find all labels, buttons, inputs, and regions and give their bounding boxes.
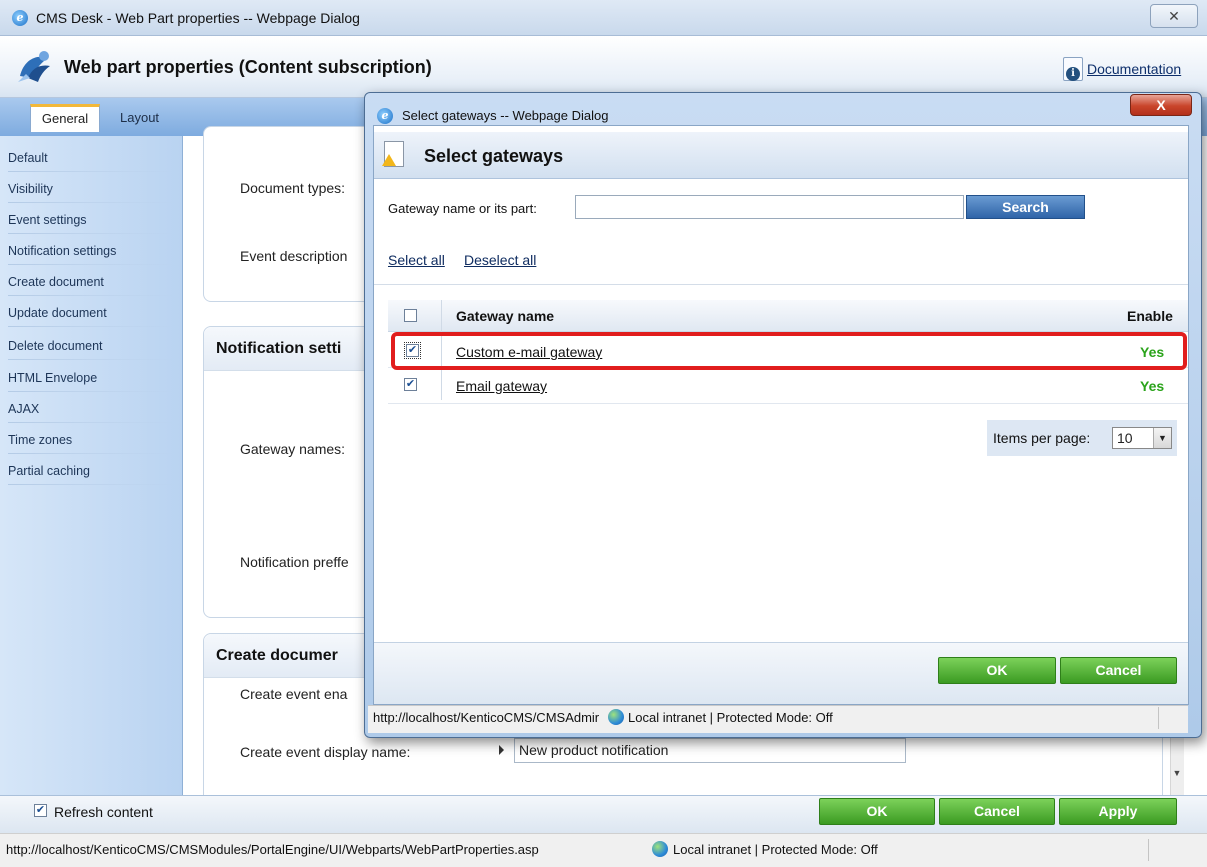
create-document-title: Create documer: [216, 647, 338, 664]
status-divider: [1148, 839, 1149, 861]
globe-icon: [652, 841, 668, 857]
refresh-content-label: Refresh content: [54, 804, 153, 820]
expand-arrow-icon[interactable]: [499, 745, 504, 755]
create-event-display-name-label: Create event display name:: [240, 744, 411, 760]
sidebar-item-time-zones[interactable]: Time zones: [0, 423, 183, 454]
app-logo-icon: [18, 51, 50, 82]
cancel-button[interactable]: Cancel: [939, 798, 1055, 825]
gateway-search-label: Gateway name or its part:: [388, 201, 537, 216]
gateway-name-cell[interactable]: Email gateway: [456, 378, 547, 394]
page-title: Web part properties (Content subscriptio…: [64, 57, 432, 77]
sidebar-item-default[interactable]: Default: [0, 141, 183, 172]
sidebar-item-notification-settings[interactable]: Notification settings: [0, 234, 183, 265]
sidebar: Default Visibility Event settings Notifi…: [0, 136, 183, 795]
create-event-display-name-input[interactable]: New product notification: [514, 738, 906, 763]
enabled-cell: Yes: [1140, 378, 1165, 394]
notification-preffered-label: Notification preffe: [240, 554, 349, 570]
sidebar-item-update-document[interactable]: Update document: [0, 296, 183, 327]
gateway-names-label: Gateway names:: [240, 441, 346, 457]
deselect-all-link[interactable]: Deselect all: [464, 252, 536, 268]
items-per-page-label: Items per page:: [993, 430, 1091, 446]
dialog-close-button[interactable]: X: [1130, 94, 1192, 116]
refresh-content-checkbox[interactable]: ✔: [34, 804, 47, 817]
row-highlight-annotation: [391, 332, 1187, 370]
dropdown-arrow-icon[interactable]: ▼: [1153, 428, 1171, 448]
ie-icon: e: [12, 10, 28, 26]
sidebar-item-delete-document[interactable]: Delete document: [0, 329, 183, 360]
status-divider: [1158, 707, 1159, 729]
select-all-checkbox[interactable]: [404, 309, 417, 322]
tab-layout[interactable]: Layout: [120, 110, 159, 125]
sidebar-item-visibility[interactable]: Visibility: [0, 172, 183, 203]
gateway-name-column-header[interactable]: Gateway name: [456, 308, 554, 324]
window-title: CMS Desk - Web Part properties -- Webpag…: [36, 10, 360, 26]
sidebar-item-create-document[interactable]: Create document: [0, 265, 183, 296]
dialog-ok-button[interactable]: OK: [938, 657, 1056, 684]
apply-button[interactable]: Apply: [1059, 798, 1177, 825]
items-per-page-select[interactable]: 10 ▼: [1112, 427, 1172, 449]
sidebar-item-event-settings[interactable]: Event settings: [0, 203, 183, 234]
status-url: http://localhost/KenticoCMS/CMSModules/P…: [6, 842, 539, 857]
items-per-page-value: 10: [1117, 430, 1133, 446]
ok-button[interactable]: OK: [819, 798, 935, 825]
event-description-label: Event description: [240, 248, 348, 264]
scroll-down-icon[interactable]: ▼: [1170, 764, 1184, 782]
notification-settings-title: Notification setti: [216, 340, 342, 357]
dialog-ie-icon: e: [377, 108, 393, 124]
tab-general[interactable]: General: [30, 104, 100, 132]
sidebar-item-ajax[interactable]: AJAX: [0, 392, 183, 423]
globe-icon: [608, 709, 624, 725]
enabled-column-header[interactable]: Enable: [1127, 308, 1188, 324]
dialog-title: Select gateways -- Webpage Dialog: [402, 108, 609, 123]
warning-icon: [382, 141, 404, 167]
search-button[interactable]: Search: [966, 195, 1085, 219]
document-types-label: Document types:: [240, 180, 346, 196]
documentation-link[interactable]: Documentation: [1087, 61, 1181, 77]
dialog-status-url: http://localhost/KenticoCMS/CMSAdmir: [373, 710, 600, 725]
row-checkbox[interactable]: ✔: [404, 378, 417, 391]
select-all-link[interactable]: Select all: [388, 252, 445, 268]
status-zone: Local intranet | Protected Mode: Off: [673, 842, 878, 857]
window-close-button[interactable]: ✕: [1150, 4, 1198, 28]
dialog-divider: [374, 284, 1188, 285]
dialog-cancel-button[interactable]: Cancel: [1060, 657, 1177, 684]
sidebar-item-html-envelope[interactable]: HTML Envelope: [0, 361, 183, 392]
dialog-status-zone: Local intranet | Protected Mode: Off: [628, 710, 833, 725]
create-event-enabled-label: Create event ena: [240, 686, 348, 702]
sidebar-item-partial-caching[interactable]: Partial caching: [0, 454, 183, 485]
documentation-icon[interactable]: i: [1063, 57, 1083, 81]
gateway-search-input[interactable]: [575, 195, 964, 219]
dialog-header-title: Select gateways: [424, 146, 564, 166]
